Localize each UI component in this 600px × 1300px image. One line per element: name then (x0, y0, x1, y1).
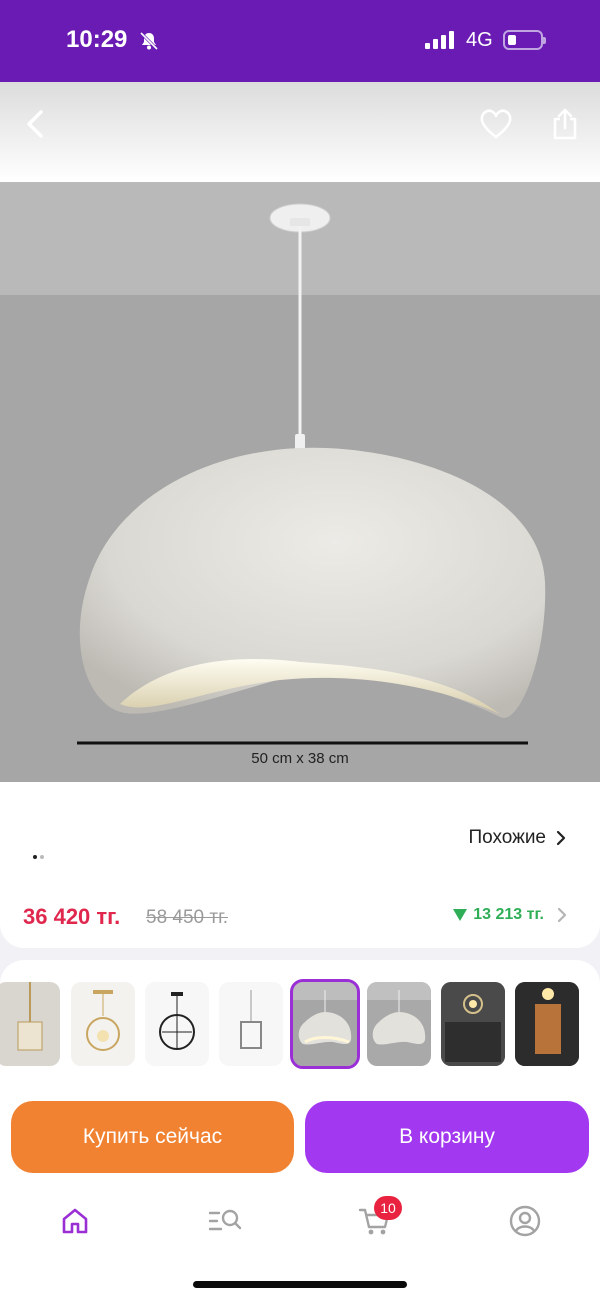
catalog-search-icon (208, 1209, 242, 1231)
home-indicator (193, 1281, 407, 1288)
carousel-indicator (33, 846, 47, 864)
signal-icon (425, 31, 457, 49)
thumbnail-1[interactable] (0, 982, 60, 1066)
tab-profile[interactable] (505, 1201, 545, 1241)
tab-catalog[interactable] (205, 1201, 245, 1241)
pendant-lamp-image (77, 203, 546, 745)
favorite-button[interactable] (476, 104, 516, 144)
chevron-right-icon (557, 907, 567, 923)
old-price: 58 450 тг. (146, 907, 228, 928)
thumbnail-6[interactable] (367, 982, 431, 1066)
similar-label: Похожие (468, 827, 546, 848)
savings-link[interactable]: 13 213 тг. (453, 906, 568, 924)
product-top-nav (0, 82, 600, 182)
tab-home[interactable] (55, 1201, 95, 1241)
down-arrow-icon (453, 909, 468, 921)
chevron-right-icon (556, 830, 566, 846)
thumbnail-8[interactable] (515, 982, 579, 1066)
thumbnail-2[interactable] (71, 982, 135, 1066)
current-price: 36 420 тг. (23, 904, 121, 929)
status-time: 10:29 (66, 26, 128, 53)
buy-now-button[interactable]: Купить сейчас (11, 1101, 294, 1173)
home-icon (62, 1208, 88, 1234)
thumbnail-4[interactable] (219, 982, 283, 1066)
status-bar: 10:29 4G (0, 0, 600, 82)
back-button[interactable] (16, 104, 56, 144)
similar-link[interactable]: Похожие (468, 827, 566, 849)
savings-amount: 13 213 тг. (473, 906, 544, 923)
variant-thumbnails (0, 960, 600, 1085)
share-button[interactable] (545, 104, 585, 144)
bottom-tab-bar: 10 (0, 1185, 600, 1300)
bell-muted-icon (139, 31, 159, 56)
action-bar: Купить сейчас В корзину (0, 1085, 600, 1185)
thumbnail-3[interactable] (145, 982, 209, 1066)
add-to-cart-button[interactable]: В корзину (305, 1101, 589, 1173)
product-image-carousel[interactable]: 50 cm x 38 cm (0, 182, 600, 782)
share-icon (553, 108, 577, 140)
heart-icon (480, 109, 512, 139)
dimension-label: 50 cm x 38 cm (251, 750, 349, 767)
back-icon (27, 110, 43, 138)
cart-badge: 10 (374, 1196, 402, 1220)
thumbnail-5-selected[interactable] (290, 979, 360, 1069)
thumbnail-7[interactable] (441, 982, 505, 1066)
product-info-card: Похожие 36 420 тг. 58 450 тг. 13 213 тг. (0, 782, 600, 948)
network-type: 4G (466, 29, 493, 51)
profile-icon (509, 1205, 541, 1237)
battery-icon (503, 30, 546, 50)
